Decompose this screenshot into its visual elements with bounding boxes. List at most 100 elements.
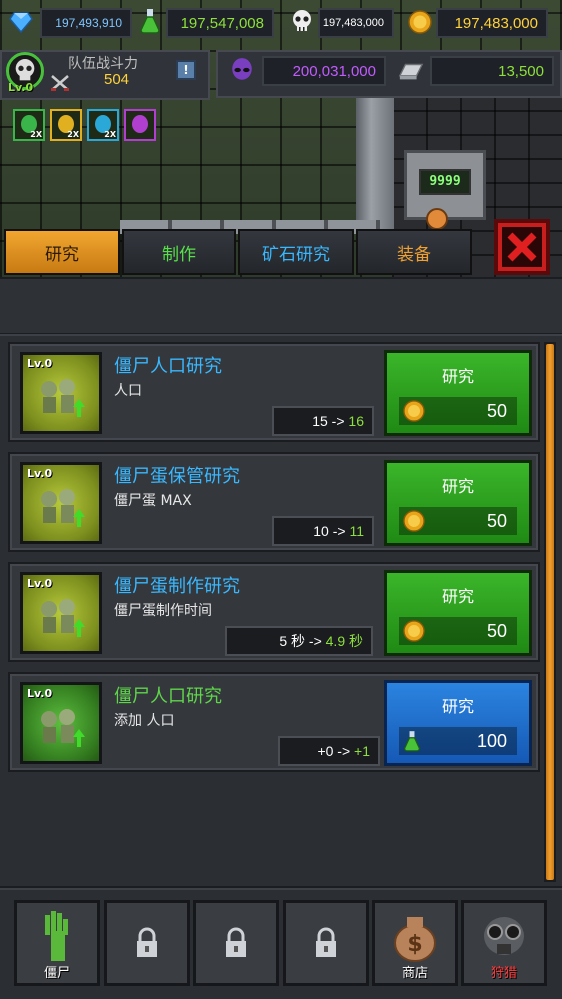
research-card: Lv.0 僵尸人口研究 人口 15 -> 16 研究 50: [8, 342, 540, 442]
research-card: Lv.0 僵尸人口研究 添加 人口 +0 -> +1 研究 100: [8, 672, 540, 772]
potion-icon: [137, 8, 163, 34]
gem-icon: [8, 9, 34, 35]
research-upgrade-value: +0 -> +1: [278, 736, 380, 766]
research-cost: 50: [399, 507, 517, 535]
research-button-label: 研究: [441, 697, 474, 716]
boost-multiplier: 2X: [30, 130, 42, 139]
zombie-hand-icon: [37, 909, 77, 965]
tab-research[interactable]: 研究: [4, 229, 120, 275]
research-next-value: 4.9 秒: [325, 633, 363, 649]
research-description: 僵尸蛋 MAX: [114, 493, 192, 509]
research-cost-value: 50: [486, 510, 507, 531]
research-upgrade-value: 10 -> 11: [272, 516, 374, 546]
team-power-value: 504: [104, 71, 130, 88]
team-info-button[interactable]: !: [176, 60, 196, 80]
svg-text:$: $: [407, 932, 422, 957]
nav-zombie-hand[interactable]: 僵尸: [14, 900, 100, 986]
team-level: Lv.0: [8, 81, 34, 94]
research-button-label: 研究: [441, 587, 474, 606]
skull-icon: [289, 8, 315, 34]
worker-character: [426, 208, 448, 230]
research-next-value: +1: [354, 743, 370, 759]
ingots-counter: 13,500: [430, 56, 554, 86]
research-button[interactable]: 研究 50: [384, 350, 532, 436]
research-button-label: 研究: [441, 477, 474, 496]
tab-ore-research-label: 矿石研究: [262, 244, 330, 265]
nav-locked-slot[interactable]: [193, 900, 279, 986]
nav-locked-slot[interactable]: [104, 900, 190, 986]
zombie-research-icon: [41, 379, 85, 417]
research-card: Lv.0 僵尸蛋保管研究 僵尸蛋 MAX 10 -> 11 研究 50: [8, 452, 540, 552]
research-current-value: 10 ->: [313, 523, 346, 539]
zombie-research-icon: [41, 599, 85, 637]
nav-label: 僵尸: [43, 966, 70, 981]
research-icon: Lv.0: [20, 462, 102, 544]
coin-icon: [403, 400, 425, 427]
boost-multiplier: 2X: [67, 130, 79, 139]
tab-equipment-label: 装备: [397, 244, 431, 265]
tab-crafting-label: 制作: [162, 244, 196, 265]
tab-equipment[interactable]: 装备: [356, 229, 472, 275]
research-next-value: 16: [348, 413, 364, 429]
potion-2x-icon[interactable]: 2X: [13, 109, 45, 141]
research-level: Lv.0: [27, 357, 53, 370]
gems-counter: 197,493,910: [40, 8, 132, 38]
research-cost: 50: [399, 617, 517, 645]
tab-crafting[interactable]: 制作: [122, 229, 236, 275]
research-upgrade-value: 15 -> 16: [272, 406, 374, 436]
research-level: Lv.0: [27, 467, 53, 480]
zombie-research-icon: [41, 489, 85, 527]
research-title: 僵尸人口研究: [114, 686, 222, 707]
zombie-research-icon: [41, 709, 85, 747]
research-upgrade-value: 5 秒 -> 4.9 秒: [225, 626, 373, 656]
research-cost-value: 50: [486, 400, 507, 421]
team-power-label: 队伍战斗力: [68, 56, 138, 72]
research-button[interactable]: 研究 100: [384, 680, 532, 766]
lock-icon: [222, 927, 250, 959]
research-icon: Lv.0: [20, 682, 102, 764]
gold-2x-icon[interactable]: 2X: [87, 109, 119, 141]
research-cost: 50: [399, 397, 517, 425]
lock-icon: [312, 927, 340, 959]
nav-money-bag[interactable]: $ 商店: [372, 900, 458, 986]
money-bag-icon: $: [391, 911, 439, 963]
research-cost: 100: [399, 727, 517, 755]
research-icon: Lv.0: [20, 352, 102, 434]
tab-research-label: 研究: [45, 244, 79, 265]
research-level: Lv.0: [27, 577, 53, 590]
research-icon: Lv.0: [20, 572, 102, 654]
coin-icon: [403, 620, 425, 647]
coin-icon: [403, 510, 425, 537]
alien-icon: [229, 57, 255, 83]
nav-locked-slot[interactable]: [283, 900, 369, 986]
scrollbar-thumb[interactable]: [546, 344, 554, 880]
research-button[interactable]: 研究 50: [384, 570, 532, 656]
machine-display: 9999: [419, 169, 471, 195]
lock-icon: [133, 927, 161, 959]
counter-machine: 9999: [404, 150, 486, 220]
potions-counter: 197,547,008: [166, 8, 274, 38]
coin-icon: [407, 9, 433, 35]
research-title: 僵尸蛋制作研究: [114, 576, 240, 597]
research-button[interactable]: 研究 50: [384, 460, 532, 546]
close-button[interactable]: [494, 219, 550, 275]
nav-label: 商店: [401, 966, 428, 981]
research-title: 僵尸人口研究: [114, 356, 222, 377]
research-description: 僵尸蛋制作时间: [114, 603, 212, 619]
nav-gas-mask[interactable]: 狩猎: [461, 900, 547, 986]
research-current-value: 5 秒 ->: [279, 633, 322, 649]
research-button-label: 研究: [441, 367, 474, 386]
research-title: 僵尸蛋保管研究: [114, 466, 240, 487]
zombie-boost-icon[interactable]: [124, 109, 156, 141]
research-card: Lv.0 僵尸蛋制作研究 僵尸蛋制作时间 5 秒 -> 4.9 秒 研究 50: [8, 562, 540, 662]
boost-multiplier: 2X: [104, 130, 116, 139]
tab-content-header: [0, 277, 562, 333]
gas-mask-icon: [479, 912, 529, 962]
research-level: Lv.0: [27, 687, 53, 700]
close-icon: [502, 227, 542, 267]
coin-2x-icon[interactable]: 2X: [50, 109, 82, 141]
tab-ore-research[interactable]: 矿石研究: [238, 229, 354, 275]
potion-icon: [403, 730, 421, 757]
crossed-swords-icon: [50, 74, 70, 96]
research-description: 人口: [114, 383, 142, 399]
